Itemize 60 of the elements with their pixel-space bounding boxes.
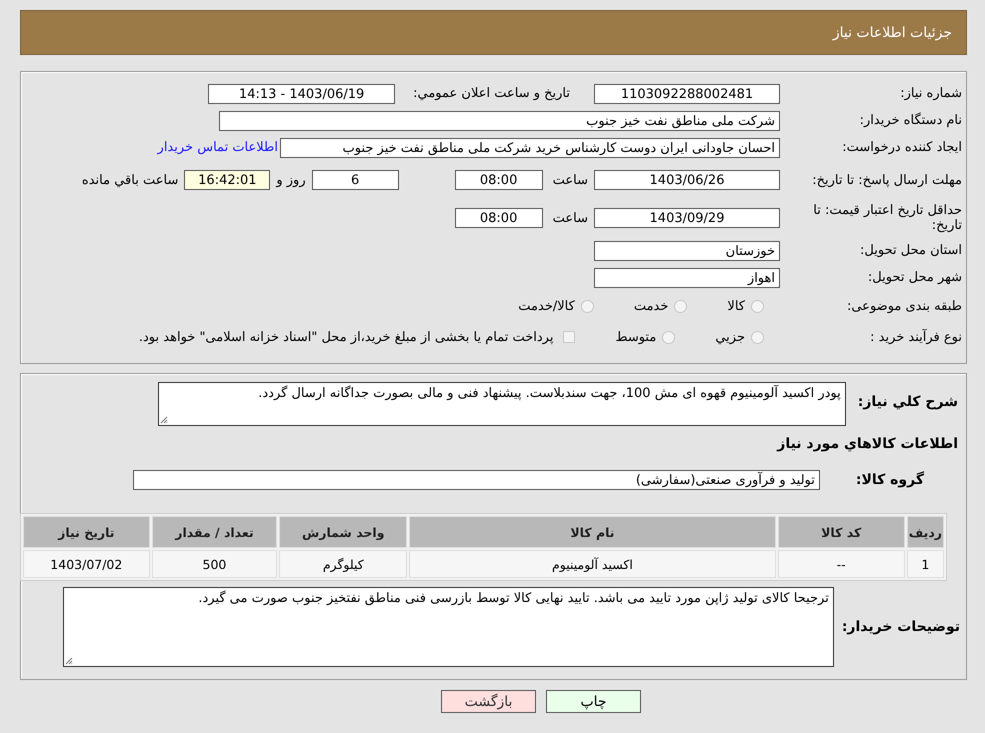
- table-cell: اکسید آلومینیوم: [409, 550, 776, 578]
- payment-note: پرداخت تمام یا بخشی از مبلغ خرید،از محل "اسناد خزانه اسلامی" خواهد بود.: [138, 330, 554, 344]
- buyer-contact-link[interactable]: اطلاعات تماس خریدار: [158, 140, 278, 155]
- field-label: ساعت: [552, 210, 588, 226]
- text-field[interactable]: 16:42:01: [184, 170, 270, 190]
- table-cell: 1: [906, 550, 944, 578]
- field-label: شماره نیاز:: [899, 86, 963, 101]
- field-label: شهر محل تحویل:: [866, 270, 963, 285]
- text-field[interactable]: 08:00: [454, 170, 543, 190]
- text-field[interactable]: احسان جاودانی ایران دوست کارشناس خرید شرکت ملی مناطق نفت خیز جنوب: [280, 138, 780, 158]
- column-header: ردیف: [906, 516, 944, 548]
- field-label: نوع فرآیند خرید :: [869, 330, 963, 344]
- field-label: طبقه بندی موضوعی:: [846, 298, 963, 314]
- back-button[interactable]: بازگشت: [441, 690, 536, 713]
- text-field[interactable]: 1403/06/26: [594, 170, 780, 190]
- page-title-bar: جزئیات اطلاعات نیاز: [20, 10, 967, 55]
- field-label: تاریخ و ساعت اعلان عمومي:: [413, 86, 570, 101]
- field-label: گروه کالا:: [856, 472, 924, 488]
- field-label: روز و: [276, 172, 306, 188]
- radio-option[interactable]: جزيي: [715, 330, 764, 344]
- text-area[interactable]: ترجیحا کالای تولید ژاپن مورد تایید می باشد. تایید نهایی کالا توسط بازرسی فنی مناطق نفتخیز جنوب صورت می گیرد.: [62, 587, 834, 667]
- column-header: نام کالا: [409, 516, 776, 548]
- text-field[interactable]: تولید و فرآوری صنعتی(سفارشی): [132, 470, 820, 490]
- radio-option[interactable]: متوسط: [615, 330, 676, 344]
- table-cell: 1403/07/02: [23, 550, 150, 578]
- field-label: توضیحات خریدار:: [842, 619, 960, 635]
- field-label: نام دستگاه خریدار:: [858, 113, 963, 128]
- text-field[interactable]: شرکت ملی مناطق نفت خیز جنوب: [219, 110, 780, 130]
- field-label: ایجاد کننده درخواست:: [841, 140, 963, 155]
- radio-option[interactable]: خدمت: [634, 298, 688, 314]
- field-label: مهلت ارسال پاسخ: تا تاریخ:: [811, 172, 963, 188]
- resize-grip-icon[interactable]: [160, 416, 168, 424]
- text-field[interactable]: 1403/09/29: [594, 208, 780, 228]
- checkbox[interactable]: [563, 331, 576, 343]
- column-header: تعداد / مقدار: [152, 516, 278, 548]
- section-heading: اطلاعات کالاهاي مورد نياز: [776, 436, 958, 452]
- table-cell: --: [778, 550, 905, 578]
- field-label: ساعت: [552, 172, 588, 188]
- text-field[interactable]: 1103092288002481: [594, 84, 780, 104]
- text-field[interactable]: 08:00: [454, 208, 543, 228]
- notes-text: ترجیحا کالای تولید ژاپن مورد تایید می باشد. تایید نهایی کالا توسط بازرسی فنی مناطق نفتخیز جنوب صورت می گیرد.: [198, 591, 829, 606]
- text-field[interactable]: 1403/06/19 - 14:13: [208, 84, 396, 104]
- table-cell: 500: [152, 550, 278, 578]
- resize-grip-icon[interactable]: [64, 657, 73, 665]
- table-cell: کیلوگرم: [279, 550, 408, 578]
- description-text: پودر اکسید آلومینیوم قهوه ای مش 100، جهت سندبلاست. پیشنهاد فنی و مالی بصورت جداگانه ارسال گردد.: [258, 386, 841, 401]
- field-label: ساعت باقي مانده: [82, 172, 178, 188]
- column-header: تاریخ نیاز: [23, 516, 150, 548]
- column-header: واحد شمارش: [279, 516, 408, 548]
- text-area[interactable]: پودر اکسید آلومینیوم قهوه ای مش 100، جهت سندبلاست. پیشنهاد فنی و مالی بصورت جداگانه ارسال گردد.: [158, 382, 846, 426]
- radio-option[interactable]: کالا: [727, 298, 764, 314]
- print-button[interactable]: چاپ: [546, 690, 641, 713]
- radio-option[interactable]: کالا/خدمت: [518, 298, 594, 314]
- column-header: کد کالا: [778, 516, 905, 548]
- text-field[interactable]: خوزستان: [594, 240, 780, 260]
- field-label: حداقل تاریخ اعتبار قیمت: تا تاریخ:: [812, 203, 963, 233]
- text-field[interactable]: اهواز: [594, 268, 780, 288]
- text-field[interactable]: 6: [312, 170, 399, 190]
- field-label: شرح کلي نياز:: [858, 394, 958, 410]
- field-label: استان محل تحویل:: [859, 243, 963, 258]
